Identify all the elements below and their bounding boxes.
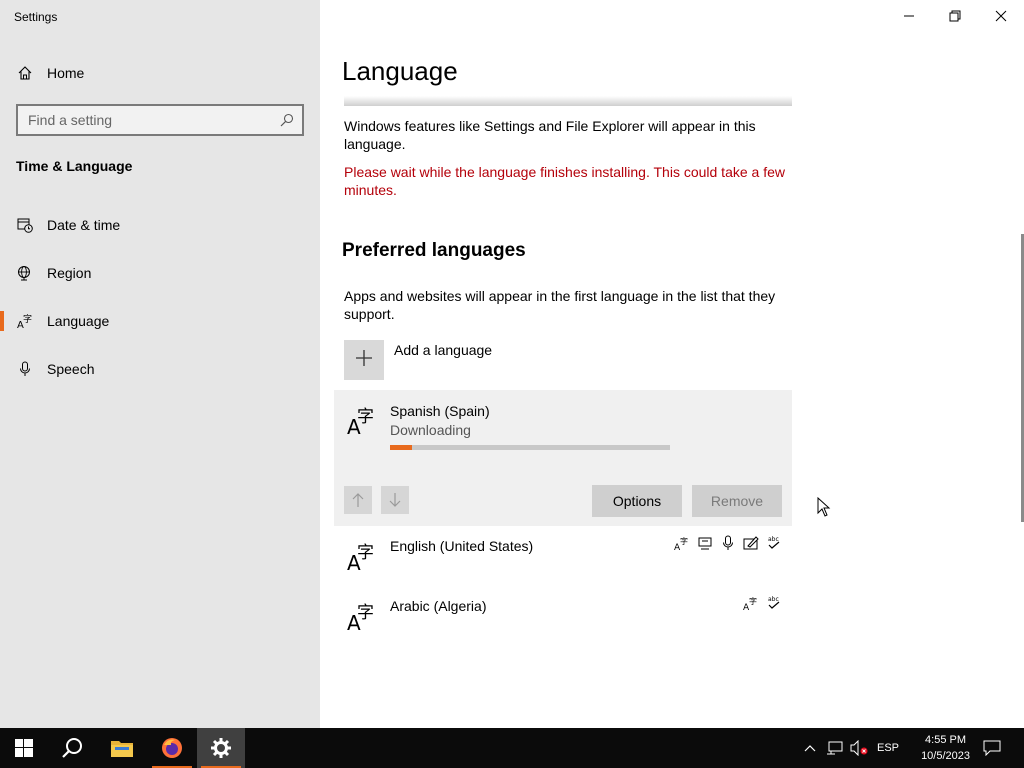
close-button[interactable] xyxy=(978,0,1024,32)
maximize-button[interactable] xyxy=(932,0,978,32)
sidebar-item-label: Date & time xyxy=(47,217,121,233)
add-language-button[interactable] xyxy=(344,340,384,380)
svg-text:字: 字 xyxy=(749,596,757,606)
language-item-arabic[interactable]: A字 Arabic (Algeria) A字 abc xyxy=(334,590,792,646)
section-title: Time & Language xyxy=(16,158,133,174)
preferred-languages-heading: Preferred languages xyxy=(342,240,526,261)
sidebar-item-label: Language xyxy=(47,313,110,329)
sidebar-item-region[interactable]: Region xyxy=(0,253,320,293)
svg-text:字: 字 xyxy=(357,603,374,623)
taskbar-clock[interactable]: 4:55 PM 10/5/2023 xyxy=(921,732,970,764)
sidebar-item-label: Speech xyxy=(47,361,95,377)
sidebar-item-language[interactable]: A字 Language xyxy=(0,301,320,341)
svg-text:字: 字 xyxy=(23,313,32,325)
home-label: Home xyxy=(47,65,85,81)
svg-text:abc: abc xyxy=(768,596,779,603)
sidebar-item-speech[interactable]: Speech xyxy=(0,349,320,389)
action-center-button[interactable] xyxy=(976,728,1008,768)
language-icon: A字 xyxy=(17,313,33,329)
minimize-icon xyxy=(904,15,914,17)
download-progress-bar xyxy=(390,445,670,450)
main-content: Language Windows features like Settings … xyxy=(320,0,1024,728)
network-icon xyxy=(827,741,843,755)
volume-button[interactable] xyxy=(848,728,870,768)
language-pack-icon: A字 xyxy=(743,595,759,611)
close-icon xyxy=(995,10,1007,22)
search-input[interactable] xyxy=(18,112,268,128)
svg-text:字: 字 xyxy=(680,536,688,546)
svg-text:字: 字 xyxy=(357,407,374,427)
page-title: Language xyxy=(342,56,458,86)
svg-text:字: 字 xyxy=(357,543,374,563)
language-pack-icon: A字 xyxy=(674,535,690,551)
download-progress-fill xyxy=(390,445,413,450)
language-feature-icons: A字 abc xyxy=(743,595,782,611)
plus-icon xyxy=(355,349,373,372)
windows-start-icon xyxy=(15,739,33,757)
settings-icon xyxy=(211,738,231,758)
clock-date: 10/5/2023 xyxy=(921,750,970,762)
speech-recognition-icon xyxy=(720,535,736,551)
remove-button[interactable]: Remove xyxy=(692,485,782,517)
language-item-spanish[interactable]: A字 Spanish (Spain) Downloading Options R… xyxy=(334,390,792,526)
start-button[interactable] xyxy=(0,728,48,768)
sidebar-item-label: Region xyxy=(47,265,92,281)
language-item-english[interactable]: A字 English (United States) A字 abc xyxy=(334,530,792,586)
chevron-up-icon xyxy=(804,745,816,752)
scroll-fade xyxy=(344,96,792,106)
show-hidden-icons-button[interactable] xyxy=(800,728,820,768)
language-status: Downloading xyxy=(390,422,471,438)
network-button[interactable] xyxy=(824,728,846,768)
sidebar: Settings Home Time & Language Date & tim… xyxy=(0,0,320,728)
language-icon: A字 xyxy=(347,543,374,572)
svg-text:abc: abc xyxy=(768,536,779,543)
search-box[interactable] xyxy=(16,104,304,136)
microphone-icon xyxy=(17,361,33,377)
globe-icon xyxy=(17,265,33,281)
spellcheck-icon: abc xyxy=(766,595,782,611)
home-nav-item[interactable]: Home xyxy=(0,58,320,88)
language-icon: A字 xyxy=(347,603,374,632)
spellcheck-icon: abc xyxy=(766,535,782,551)
notifications-icon xyxy=(983,740,1001,756)
firefox-icon xyxy=(162,738,182,758)
text-to-speech-icon xyxy=(697,535,713,551)
handwriting-icon xyxy=(743,535,759,551)
sidebar-item-date-time[interactable]: Date & time xyxy=(0,205,320,245)
clock-time: 4:55 PM xyxy=(925,734,967,746)
add-language-label[interactable]: Add a language xyxy=(394,342,492,358)
install-warning: Please wait while the language finishes … xyxy=(344,164,785,198)
volume-muted-icon xyxy=(850,740,868,756)
options-button[interactable]: Options xyxy=(592,485,682,517)
mouse-cursor-icon xyxy=(817,497,831,517)
display-language-description: Windows features like Settings and File … xyxy=(344,118,756,152)
restore-icon xyxy=(949,10,961,22)
home-icon xyxy=(17,65,33,81)
language-feature-icons: A字 abc xyxy=(674,535,782,551)
language-icon: A字 xyxy=(347,407,374,436)
language-name: Arabic (Algeria) xyxy=(390,598,487,614)
move-down-button[interactable] xyxy=(381,486,409,514)
firefox-button[interactable] xyxy=(148,728,196,768)
calendar-clock-icon xyxy=(17,217,33,233)
file-explorer-icon xyxy=(111,741,133,757)
taskbar: ESP 4:55 PM 10/5/2023 xyxy=(0,728,1024,768)
arrow-down-icon xyxy=(389,493,401,507)
file-explorer-button[interactable] xyxy=(98,728,146,768)
app-title: Settings xyxy=(14,10,58,24)
settings-taskbar-button[interactable] xyxy=(197,728,245,768)
move-up-button[interactable] xyxy=(344,486,372,514)
search-icon[interactable] xyxy=(280,113,294,127)
language-name: Spanish (Spain) xyxy=(390,403,490,419)
search-icon xyxy=(62,738,82,758)
language-name: English (United States) xyxy=(390,538,534,554)
input-language-indicator[interactable]: ESP xyxy=(874,728,902,768)
arrow-up-icon xyxy=(352,493,364,507)
minimize-button[interactable] xyxy=(886,0,932,32)
preferred-languages-description: Apps and websites will appear in the fir… xyxy=(344,288,776,322)
taskbar-search-button[interactable] xyxy=(48,728,96,768)
